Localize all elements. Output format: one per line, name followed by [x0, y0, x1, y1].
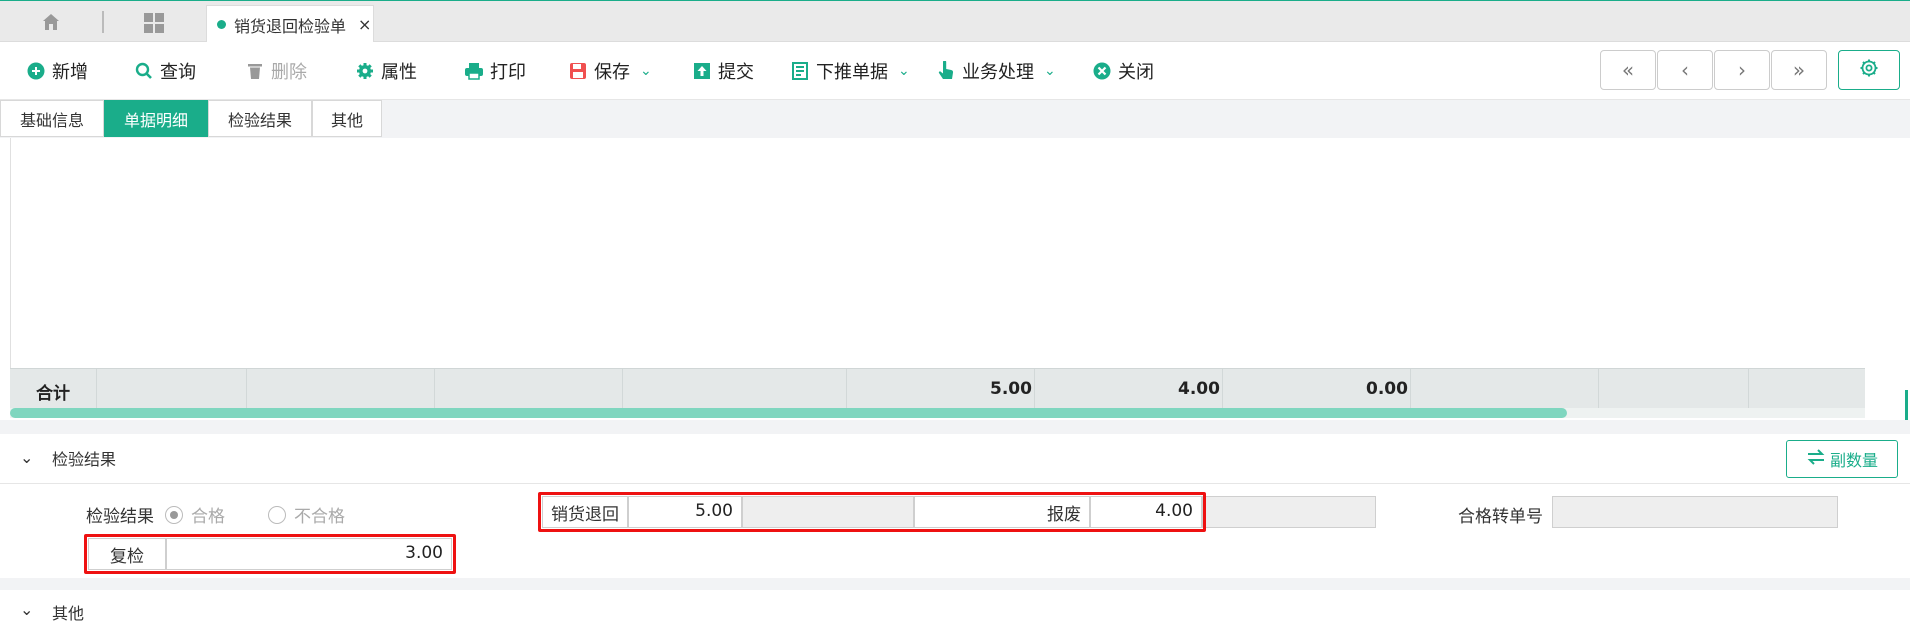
tab-separator: [102, 11, 104, 33]
detail-tabs: 基础信息 单据明细 检验结果 其他: [0, 100, 1910, 138]
grid-column-divider: [622, 369, 846, 409]
toolbar: 新增 查询 删除 属性 打印 保存 ⌄ 提交 下推单据 ⌄ 业务处理 ⌄ 关闭 …: [0, 42, 1910, 100]
radio-pass-label: 合格: [191, 507, 225, 527]
close-tab-icon[interactable]: ×: [358, 15, 371, 34]
close-circle-icon: [1092, 61, 1112, 81]
tab-basic-info[interactable]: 基础信息: [0, 100, 104, 137]
business-process-label: 业务处理: [962, 62, 1034, 83]
pass-transfer-input[interactable]: [1552, 496, 1838, 528]
business-dropdown-chevron-icon[interactable]: ⌄: [1044, 63, 1056, 79]
chevron-right-icon: ›: [1738, 58, 1746, 82]
search-icon: [134, 61, 154, 81]
window-tab-bar: 销货退回检验单 ×: [0, 0, 1910, 43]
trash-icon: [245, 61, 265, 81]
save-label: 保存: [594, 62, 630, 83]
tab-other[interactable]: 其他: [312, 100, 382, 137]
radio-pass-circle: [165, 505, 183, 524]
secondary-quantity-button[interactable]: 副数量: [1786, 440, 1898, 478]
delete-label: 删除: [271, 62, 307, 83]
horizontal-scroll-thumb[interactable]: [10, 408, 1567, 418]
settings-button[interactable]: [1838, 50, 1900, 90]
radio-fail[interactable]: 不合格: [268, 502, 345, 527]
close-button[interactable]: 关闭: [1092, 56, 1154, 86]
section-gap: [0, 420, 1910, 434]
inspection-section-header[interactable]: ⌄ 检验结果 副数量: [0, 434, 1910, 484]
grid-total-row: 合计 5.00 4.00 0.00: [10, 368, 1865, 409]
settings-gear-icon: [1859, 58, 1879, 83]
delete-button[interactable]: 删除: [245, 56, 307, 86]
grid-column-divider: [434, 369, 622, 409]
detail-grid: [10, 138, 1865, 368]
save-button[interactable]: 保存 ⌄: [568, 56, 652, 86]
properties-label: 属性: [381, 62, 417, 83]
total-other-qty: 0.00: [1366, 379, 1408, 399]
total-label: 合计: [36, 384, 70, 404]
tab-document-details[interactable]: 单据明细: [104, 100, 208, 137]
collapse-chevron-icon[interactable]: ⌄: [20, 448, 33, 467]
swap-arrows-icon: [1806, 449, 1826, 469]
other-section-header[interactable]: ⌄ 其他: [0, 590, 1910, 630]
plus-circle-icon: [26, 61, 46, 81]
save-dropdown-chevron-icon[interactable]: ⌄: [640, 63, 652, 79]
inspection-result-label: 检验结果: [86, 507, 154, 527]
printer-icon: [464, 61, 484, 81]
gear-icon: [355, 61, 375, 81]
previous-record-button[interactable]: ‹: [1657, 50, 1713, 90]
push-document-label: 下推单据: [816, 62, 888, 83]
upload-icon: [692, 61, 712, 81]
double-right-icon: »: [1792, 58, 1806, 82]
submit-button[interactable]: 提交: [692, 56, 754, 86]
home-icon[interactable]: [36, 10, 66, 34]
new-label: 新增: [52, 62, 88, 83]
document-list-icon: [790, 61, 810, 81]
grid-column-divider: [1598, 369, 1748, 409]
tab-inspection-result[interactable]: 检验结果: [208, 100, 312, 137]
new-button[interactable]: 新增: [26, 56, 88, 86]
print-label: 打印: [490, 62, 526, 83]
close-label: 关闭: [1118, 62, 1154, 83]
grid-column-divider: [96, 369, 246, 409]
push-document-button[interactable]: 下推单据 ⌄: [790, 56, 910, 86]
horizontal-scrollbar[interactable]: [10, 408, 1865, 418]
total-scrap-qty: 4.00: [1178, 379, 1220, 399]
highlight-box-return-scrap: [538, 492, 1206, 532]
business-process-button[interactable]: 业务处理 ⌄: [936, 56, 1056, 86]
other-section-title: 其他: [52, 604, 85, 623]
scrap-secondary-input[interactable]: [1202, 496, 1376, 528]
highlight-box-recheck: [84, 534, 456, 574]
collapse-chevron-icon[interactable]: ⌄: [20, 600, 33, 619]
pass-transfer-label: 合格转单号: [1458, 507, 1543, 527]
grid-column-divider: [1748, 369, 1865, 409]
inspection-section-title: 检验结果: [52, 450, 117, 469]
section-gap: [0, 578, 1910, 590]
floppy-disk-icon: [568, 61, 588, 81]
query-button[interactable]: 查询: [134, 56, 196, 86]
radio-fail-circle: [268, 505, 286, 524]
hand-pointer-icon: [936, 61, 956, 81]
grid-column-divider: [1410, 369, 1598, 409]
query-label: 查询: [160, 62, 196, 83]
radio-pass[interactable]: 合格: [165, 502, 225, 527]
apps-grid-icon[interactable]: [142, 11, 166, 35]
properties-button[interactable]: 属性: [355, 56, 417, 86]
secondary-quantity-label: 副数量: [1829, 451, 1878, 470]
chevron-left-icon: ‹: [1681, 58, 1689, 82]
inspection-form: 检验结果 合格 不合格 销货退回 5.00 报废 4.00 合格转单号 复检 3…: [0, 484, 1910, 578]
radio-fail-label: 不合格: [294, 507, 345, 527]
last-record-button[interactable]: »: [1771, 50, 1827, 90]
first-record-button[interactable]: «: [1600, 50, 1656, 90]
push-dropdown-chevron-icon[interactable]: ⌄: [898, 63, 910, 79]
total-return-qty: 5.00: [990, 379, 1032, 399]
print-button[interactable]: 打印: [464, 56, 526, 86]
document-tab[interactable]: 销货退回检验单 ×: [206, 5, 374, 43]
document-tab-title: 销货退回检验单: [234, 16, 347, 36]
next-record-button[interactable]: ›: [1714, 50, 1770, 90]
double-left-icon: «: [1621, 58, 1635, 82]
submit-label: 提交: [718, 62, 754, 83]
grid-column-divider: [246, 369, 434, 409]
active-dot-icon: [217, 20, 226, 29]
